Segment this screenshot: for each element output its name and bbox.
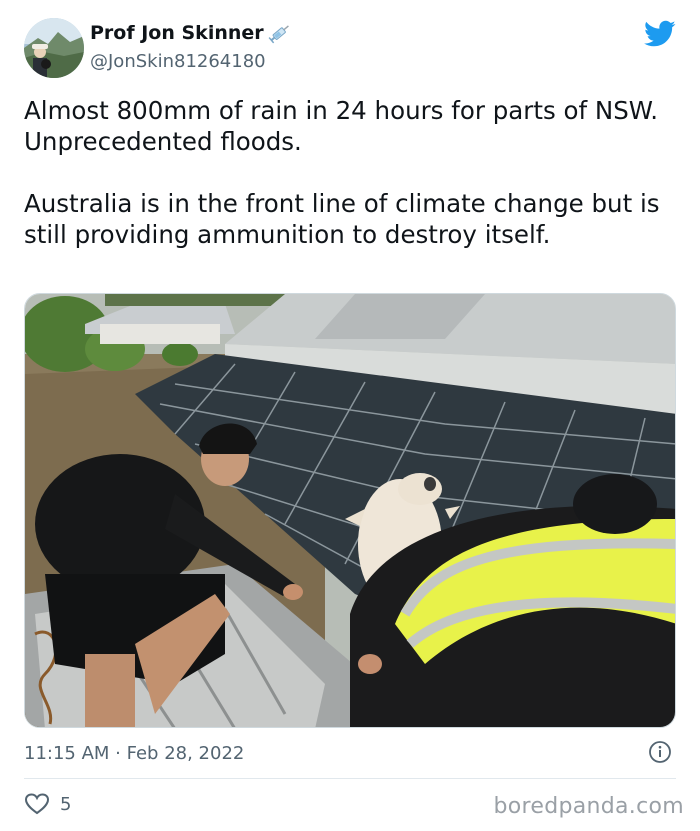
like-count: 5 <box>60 793 72 815</box>
tweet-meta: 11:15 AM · Feb 28, 2022 <box>24 740 676 766</box>
watermark: boredpanda.com <box>493 794 684 819</box>
info-icon[interactable] <box>648 740 672 764</box>
syringe-icon <box>268 25 289 44</box>
tweet-text-line: Unprecedented floods. <box>24 127 302 156</box>
heart-icon <box>24 793 50 815</box>
tweet-header: Prof Jon Skinner @JonSkin81264180 <box>24 18 680 80</box>
tweet-card: Prof Jon Skinner @JonSkin81264180 Almost… <box>0 0 700 831</box>
avatar[interactable] <box>24 18 84 78</box>
tweet-text: Almost 800mm of rain in 24 hours for par… <box>24 95 674 250</box>
tweet-text-line: Almost 800mm of rain in 24 hours for par… <box>24 96 658 125</box>
tweet-photo[interactable] <box>24 293 676 728</box>
display-name[interactable]: Prof Jon Skinner <box>90 22 264 44</box>
twitter-logo-icon[interactable] <box>644 20 676 48</box>
like-button[interactable]: 5 <box>24 792 71 816</box>
divider <box>24 778 676 779</box>
tweet-text-line: Australia is in the front line of climat… <box>24 189 660 249</box>
user-handle[interactable]: @JonSkin81264180 <box>90 51 266 72</box>
tweet-actions: 5 boredpanda.com <box>24 790 684 820</box>
timestamp[interactable]: 11:15 AM · Feb 28, 2022 <box>24 743 244 764</box>
